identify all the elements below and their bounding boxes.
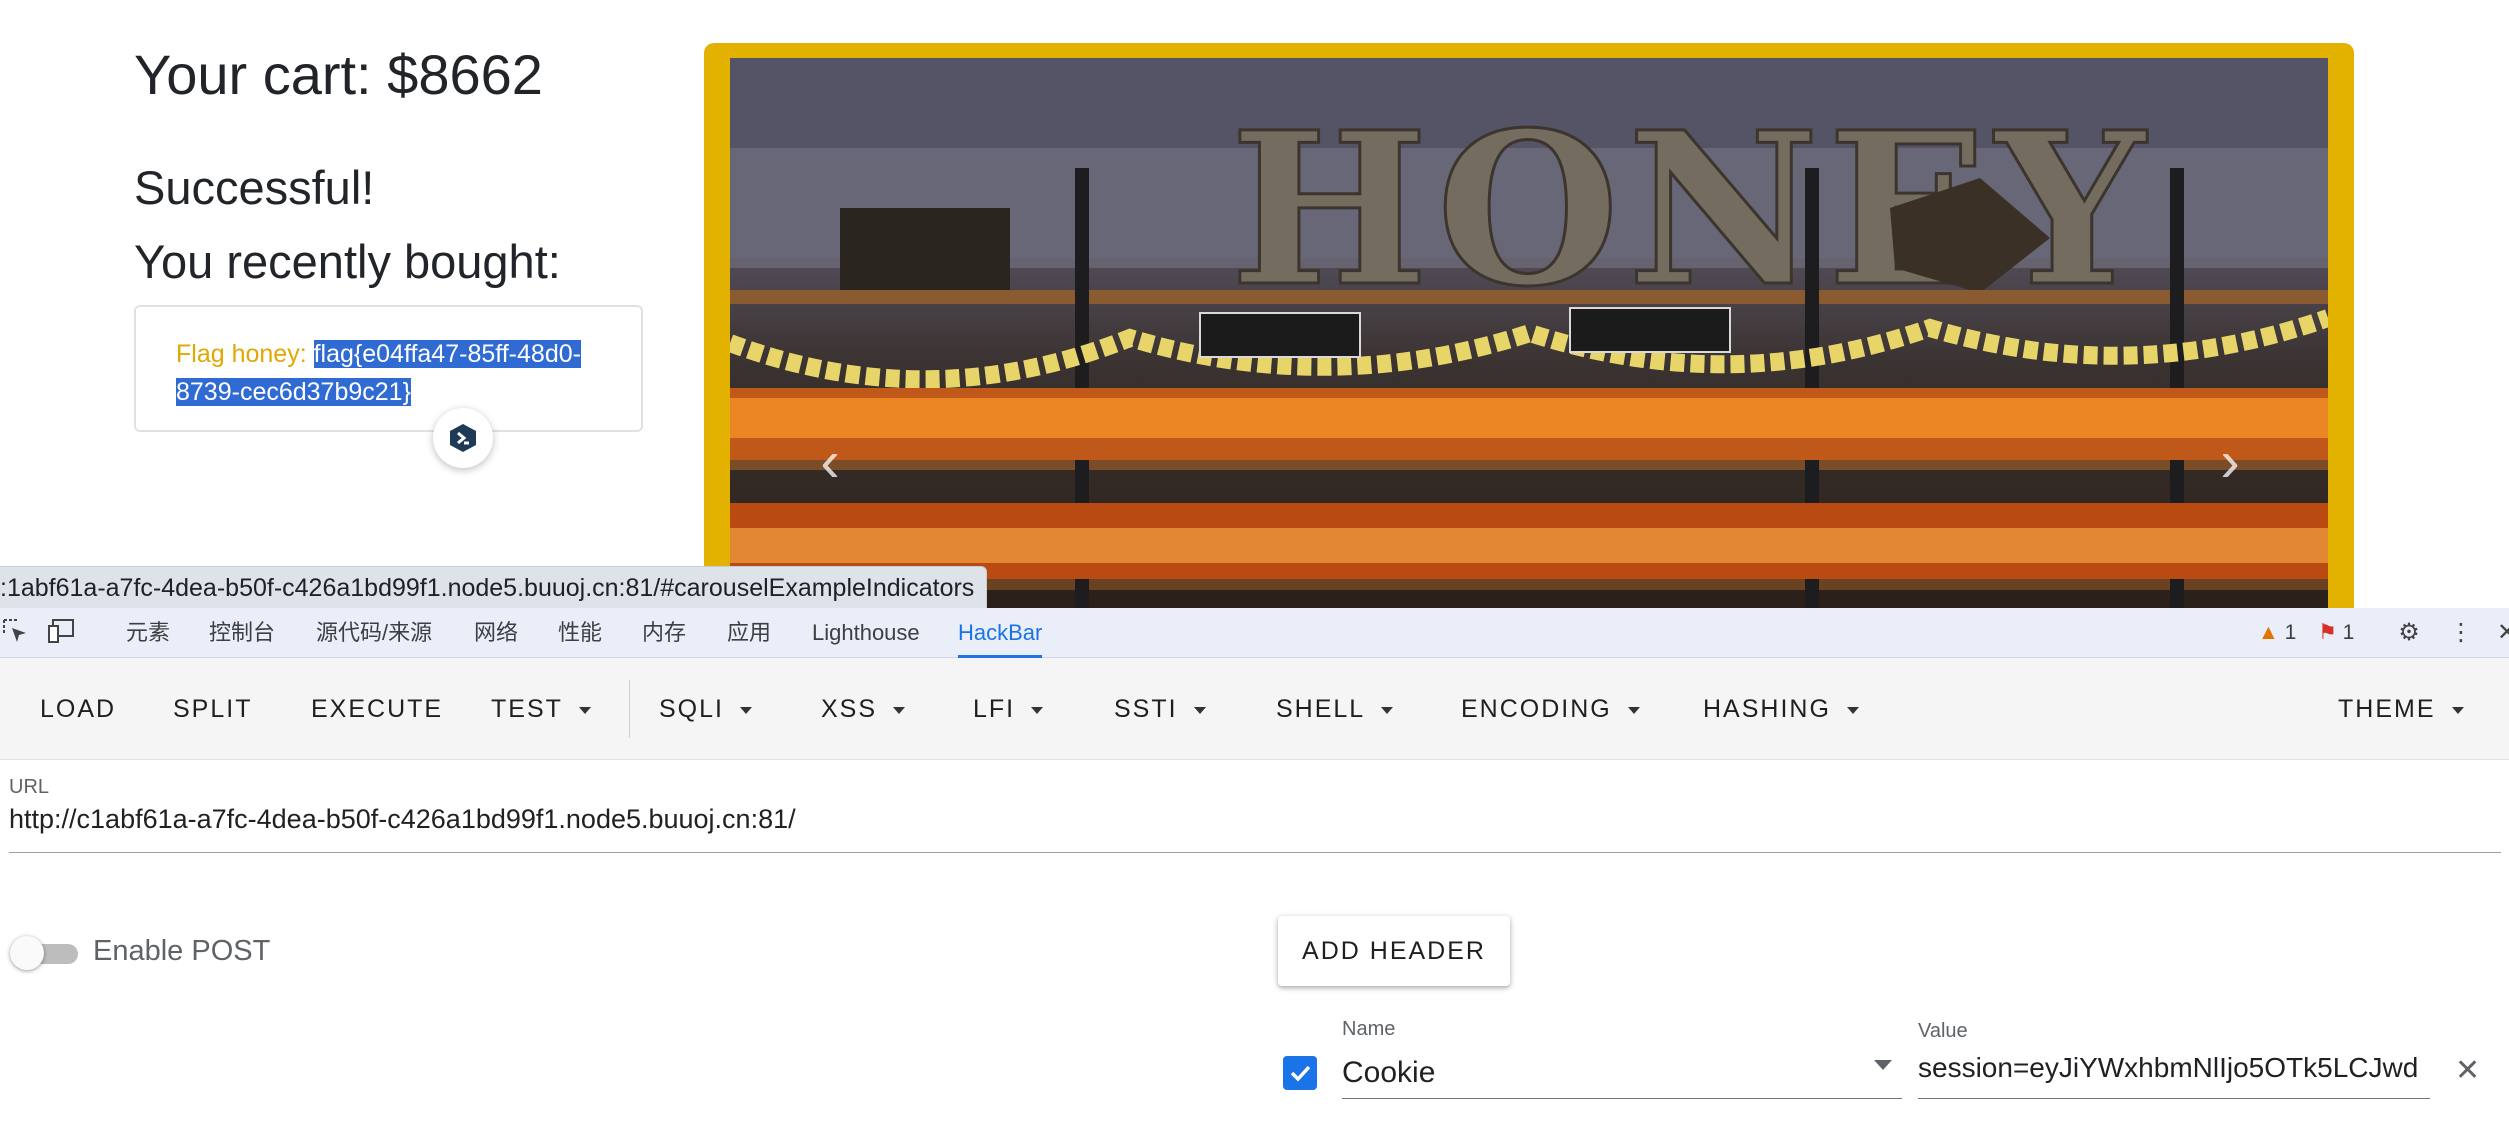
carousel-prev-control[interactable]: ‹ xyxy=(800,432,860,492)
url-underline xyxy=(9,852,2501,853)
xss-menu-button[interactable]: XSS xyxy=(821,658,906,760)
chevron-down-icon xyxy=(1031,706,1044,714)
enable-post-label: Enable POST xyxy=(93,935,271,967)
xss-label: XSS xyxy=(821,695,878,723)
issues-count: 1 xyxy=(2342,621,2355,644)
purchase-card: Flag honey: flag{e04ffa47-85ff-48d0-8739… xyxy=(134,305,643,432)
toolbar-divider xyxy=(629,680,630,738)
header-name-label: Name xyxy=(1342,1018,1396,1040)
warnings-count: 1 xyxy=(2284,621,2297,644)
settings-gear-icon[interactable]: ⚙ xyxy=(2394,618,2424,648)
issue-flag-icon: ⚑ xyxy=(2318,621,2337,644)
inspect-element-icon[interactable] xyxy=(0,618,30,648)
chevron-down-icon xyxy=(1193,706,1206,714)
carousel-next-control[interactable]: › xyxy=(2200,432,2260,492)
header-value-underline xyxy=(1918,1098,2430,1099)
status-bar-url: :1abf61a-a7fc-4dea-b50f-c426a1bd99f1.nod… xyxy=(0,566,988,608)
page-viewport: Your cart: $8662 Successful! You recentl… xyxy=(0,0,2509,608)
ssti-menu-button[interactable]: SSTI xyxy=(1114,658,1206,760)
chevron-down-icon xyxy=(578,706,591,714)
cart-title: Your cart: $8662 xyxy=(134,43,543,106)
remove-header-icon[interactable]: ✕ xyxy=(2455,1056,2480,1086)
chevron-down-icon xyxy=(739,706,752,714)
tab-network[interactable]: 网络 xyxy=(474,608,518,658)
lfi-menu-button[interactable]: LFI xyxy=(973,658,1044,760)
theme-label: THEME xyxy=(2338,695,2436,723)
chevron-down-icon[interactable] xyxy=(1874,1060,1892,1070)
chevron-down-icon xyxy=(893,706,906,714)
device-toolbar-icon[interactable] xyxy=(46,618,76,648)
hashing-label: HASHING xyxy=(1703,695,1831,723)
test-label: TEST xyxy=(491,695,563,723)
encoding-menu-button[interactable]: ENCODING xyxy=(1461,658,1640,760)
purchase-item: Flag honey: flag{e04ffa47-85ff-48d0-8739… xyxy=(176,335,616,411)
chevron-down-icon xyxy=(1627,706,1640,714)
close-devtools-icon[interactable]: ✕ xyxy=(2492,618,2509,648)
hackbar-toolbar: LOAD SPLIT EXECUTE TEST SQLI XSS LFI SST… xyxy=(0,658,2509,760)
tab-application[interactable]: 应用 xyxy=(727,608,771,658)
recently-bought-heading: You recently bought: xyxy=(134,235,561,288)
url-input[interactable]: http://c1abf61a-a7fc-4dea-b50f-c426a1bd9… xyxy=(9,804,796,835)
shell-label: SHELL xyxy=(1276,695,1366,723)
success-message: Successful! xyxy=(134,161,375,214)
tab-performance[interactable]: 性能 xyxy=(558,608,602,658)
more-options-icon[interactable]: ⋮ xyxy=(2446,618,2476,648)
tab-console[interactable]: 控制台 xyxy=(209,608,275,658)
load-button[interactable]: LOAD xyxy=(40,658,116,760)
shell-menu-button[interactable]: SHELL xyxy=(1276,658,1394,760)
sqli-label: SQLI xyxy=(659,695,724,723)
toggle-knob xyxy=(10,936,44,970)
devtools-tab-bar: 元素 控制台 源代码/来源 网络 性能 内存 应用 Lighthouse Hac… xyxy=(0,608,2509,658)
add-header-button[interactable]: ADD HEADER xyxy=(1278,916,1510,986)
hashing-menu-button[interactable]: HASHING xyxy=(1703,658,1859,760)
chevron-down-icon xyxy=(1381,706,1394,714)
issues-badge[interactable]: ⚑ 1 xyxy=(2318,608,2354,658)
test-menu-button[interactable]: TEST xyxy=(491,658,591,760)
header-name-underline xyxy=(1342,1098,1902,1099)
warning-icon: ▲ xyxy=(2258,621,2279,644)
chevron-down-icon xyxy=(1846,706,1859,714)
header-value-label: Value xyxy=(1918,1020,1968,1042)
header-enabled-checkbox[interactable] xyxy=(1283,1056,1317,1090)
ssti-label: SSTI xyxy=(1114,695,1178,723)
encoding-label: ENCODING xyxy=(1461,695,1612,723)
tab-lighthouse[interactable]: Lighthouse xyxy=(812,608,920,658)
split-button[interactable]: SPLIT xyxy=(173,658,252,760)
header-value-input[interactable]: session=eyJiYWxhbmNlIjo5OTk5LCJwd xyxy=(1918,1052,2430,1084)
translate-extension-icon[interactable] xyxy=(433,408,493,468)
header-name-select[interactable]: Cookie xyxy=(1342,1056,1435,1090)
tab-sources[interactable]: 源代码/来源 xyxy=(316,608,432,658)
tab-hackbar[interactable]: HackBar xyxy=(958,608,1043,658)
tab-memory[interactable]: 内存 xyxy=(642,608,686,658)
warnings-badge[interactable]: ▲ 1 xyxy=(2258,608,2296,658)
chevron-down-icon xyxy=(2451,706,2464,714)
tab-elements[interactable]: 元素 xyxy=(126,608,170,658)
purchase-label: Flag honey: xyxy=(176,340,307,368)
theme-menu-button[interactable]: THEME xyxy=(2338,658,2464,760)
sqli-menu-button[interactable]: SQLI xyxy=(659,658,752,760)
devtools-panel: 元素 控制台 源代码/来源 网络 性能 内存 应用 Lighthouse Hac… xyxy=(0,608,2509,1133)
carousel-image: HONEY xyxy=(730,58,2328,608)
execute-button[interactable]: EXECUTE xyxy=(311,658,443,760)
url-field-label: URL xyxy=(9,776,50,798)
lfi-label: LFI xyxy=(973,695,1016,723)
enable-post-toggle[interactable] xyxy=(10,934,78,972)
